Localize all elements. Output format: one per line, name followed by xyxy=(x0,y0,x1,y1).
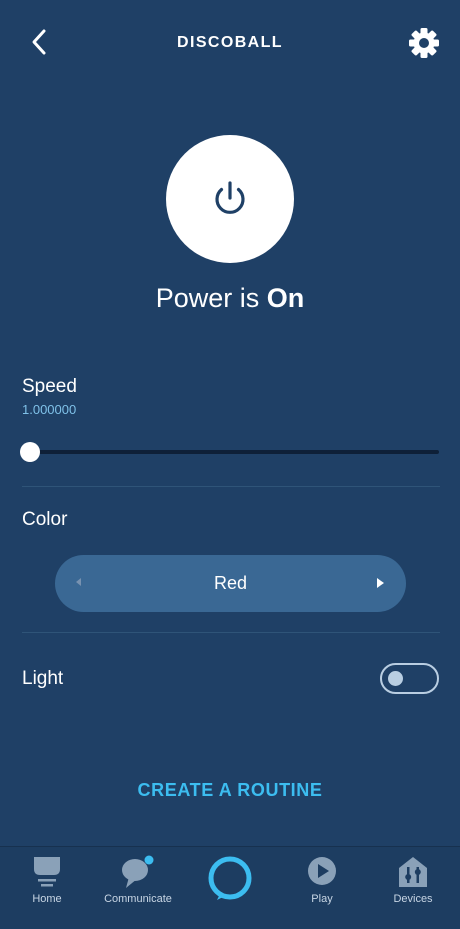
nav-devices-label: Devices xyxy=(393,893,433,905)
alexa-ring-icon xyxy=(208,856,252,900)
nav-play[interactable]: Play xyxy=(282,847,362,929)
power-status: Power is On xyxy=(0,283,460,314)
color-label: Color xyxy=(22,509,68,530)
create-routine-link[interactable]: CREATE A ROUTINE xyxy=(0,780,460,801)
nav-communicate[interactable]: Communicate xyxy=(98,847,178,929)
gear-icon xyxy=(409,28,439,58)
bottom-nav: Home Communicate Play Devices xyxy=(0,846,460,929)
top-bar: DISCOBALL xyxy=(0,0,460,86)
color-value: Red xyxy=(213,573,248,593)
toggle-knob xyxy=(388,671,403,686)
settings-button[interactable] xyxy=(407,26,441,60)
chat-bubble-icon xyxy=(122,855,154,888)
home-icon xyxy=(34,857,60,887)
speed-slider-track[interactable] xyxy=(30,450,439,454)
nav-devices[interactable]: Devices xyxy=(373,847,453,929)
speed-slider-thumb[interactable] xyxy=(20,442,40,462)
power-status-value: On xyxy=(266,283,305,313)
light-label: Light xyxy=(22,668,64,689)
power-button[interactable] xyxy=(166,135,294,263)
nav-home[interactable]: Home xyxy=(7,847,87,929)
power-status-prefix: Power is xyxy=(155,283,267,313)
nav-home-label: Home xyxy=(32,893,62,905)
devices-icon xyxy=(399,857,427,887)
nav-alexa[interactable] xyxy=(195,847,265,929)
page-title: DISCOBALL xyxy=(177,34,283,51)
divider xyxy=(22,486,440,487)
speed-label: Speed xyxy=(22,376,77,397)
speed-value: 1.000000 xyxy=(22,402,77,417)
color-picker[interactable]: Red xyxy=(55,555,406,612)
nav-play-label: Play xyxy=(311,893,333,905)
divider xyxy=(22,632,440,633)
light-toggle[interactable] xyxy=(380,663,439,694)
nav-communicate-label: Communicate xyxy=(104,893,172,905)
power-icon xyxy=(215,181,245,214)
play-icon xyxy=(308,857,336,885)
arrow-right-icon[interactable] xyxy=(377,578,384,588)
